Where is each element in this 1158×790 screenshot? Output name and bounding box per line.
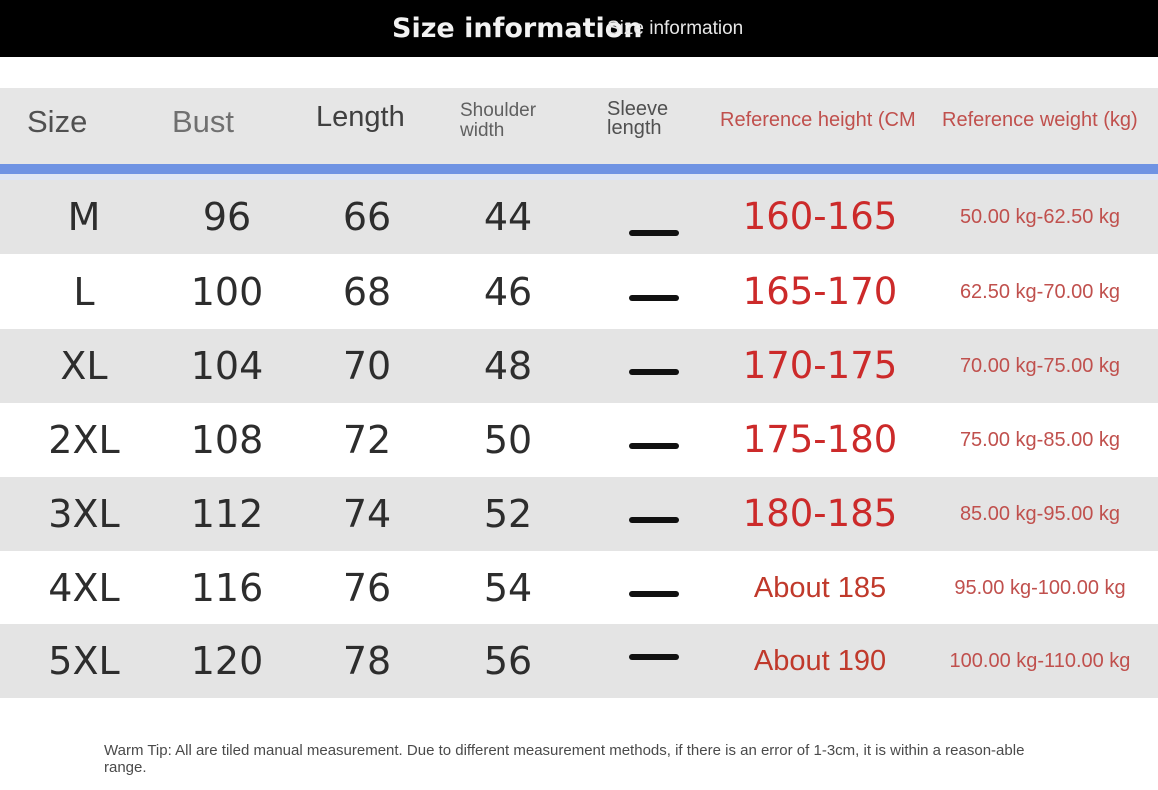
bust-cell: 120 xyxy=(190,639,264,683)
table-row: 2XL 108 72 50 — 175-180 75.00 kg-85.00 kg xyxy=(0,403,1158,477)
shoulder-cell: 44 xyxy=(483,195,533,239)
header-divider-stripe xyxy=(0,164,1158,174)
bust-cell: 108 xyxy=(190,418,264,462)
reference-height-cell: 170-175 xyxy=(742,344,898,387)
size-cell: 3XL xyxy=(48,492,120,536)
reference-weight-cell: 75.00 kg-85.00 kg xyxy=(959,429,1121,451)
length-cell: 68 xyxy=(342,270,392,314)
sleeve-cell: — xyxy=(604,329,704,403)
size-cell: 4XL xyxy=(48,566,120,610)
reference-height-cell: 160-165 xyxy=(742,195,898,238)
header-reference-height: Reference height (CM xyxy=(720,109,916,131)
bust-cell: 96 xyxy=(202,195,252,239)
sleeve-dash: — xyxy=(629,295,679,301)
reference-height-cell: 180-185 xyxy=(742,492,898,535)
length-cell: 74 xyxy=(342,492,392,536)
shoulder-cell: 48 xyxy=(483,344,533,388)
sleeve-dash: — xyxy=(629,230,679,236)
sleeve-cell: — xyxy=(604,403,704,477)
sleeve-dash: — xyxy=(629,654,679,660)
reference-weight-cell: 95.00 kg-100.00 kg xyxy=(954,577,1126,599)
shoulder-cell: 50 xyxy=(483,418,533,462)
reference-height-cell: 175-180 xyxy=(742,418,898,461)
reference-weight-cell: 85.00 kg-95.00 kg xyxy=(959,503,1121,525)
bust-cell: 104 xyxy=(190,344,264,388)
sleeve-dash: — xyxy=(629,443,679,449)
bust-cell: 100 xyxy=(190,270,264,314)
reference-height-cell: About 190 xyxy=(753,645,887,677)
sleeve-cell: — xyxy=(604,255,704,329)
sleeve-dash: — xyxy=(629,517,679,523)
sleeve-cell: — xyxy=(604,624,704,698)
header-size: Size xyxy=(27,104,88,139)
shoulder-cell: 54 xyxy=(483,566,533,610)
table-row: 4XL 116 76 54 — About 185 95.00 kg-100.00 kg xyxy=(0,551,1158,625)
bust-cell: 112 xyxy=(190,492,264,536)
sleeve-cell: — xyxy=(604,551,704,625)
warm-tip-note: Warm Tip: All are tiled manual measureme… xyxy=(104,742,1025,776)
header-sleeve-length: Sleeve length xyxy=(607,98,669,139)
table-row: 5XL 120 78 56 — About 190 100.00 kg-110.00 kg xyxy=(0,624,1158,698)
size-cell: XL xyxy=(60,344,108,388)
size-cell: M xyxy=(67,195,101,239)
reference-weight-cell: 62.50 kg-70.00 kg xyxy=(959,281,1121,303)
reference-height-cell: 165-170 xyxy=(742,270,898,313)
header-reference-weight: Reference weight (kg) xyxy=(942,109,1138,131)
shoulder-cell: 56 xyxy=(483,639,533,683)
length-cell: 76 xyxy=(342,566,392,610)
shoulder-cell: 52 xyxy=(483,492,533,536)
length-cell: 72 xyxy=(342,418,392,462)
table-row: L 100 68 46 — 165-170 62.50 kg-70.00 kg xyxy=(0,255,1158,329)
table-row: M 96 66 44 — 160-165 50.00 kg-62.50 kg xyxy=(0,180,1158,254)
header-length: Length xyxy=(316,101,405,133)
reference-weight-cell: 100.00 kg-110.00 kg xyxy=(949,650,1131,672)
sleeve-cell: — xyxy=(604,477,704,551)
length-cell: 78 xyxy=(342,639,392,683)
size-cell: L xyxy=(73,270,95,314)
reference-height-cell: About 185 xyxy=(753,572,887,604)
banner-title: Size information xyxy=(392,13,643,44)
sleeve-dash: — xyxy=(629,591,679,597)
header-shoulder-width: Shoulder width xyxy=(460,100,537,141)
size-cell: 2XL xyxy=(48,418,120,462)
sleeve-dash: — xyxy=(629,369,679,375)
reference-weight-cell: 70.00 kg-75.00 kg xyxy=(959,355,1121,377)
table-row: XL 104 70 48 — 170-175 70.00 kg-75.00 kg xyxy=(0,329,1158,403)
size-cell: 5XL xyxy=(48,639,120,683)
length-cell: 66 xyxy=(342,195,392,239)
header-bust: Bust xyxy=(172,104,235,139)
shoulder-cell: 46 xyxy=(483,270,533,314)
table-row: 3XL 112 74 52 — 180-185 85.00 kg-95.00 kg xyxy=(0,477,1158,551)
sleeve-cell: — xyxy=(604,180,704,254)
banner-title-overlay: Size information xyxy=(607,18,744,39)
bust-cell: 116 xyxy=(190,566,264,610)
length-cell: 70 xyxy=(342,344,392,388)
reference-weight-cell: 50.00 kg-62.50 kg xyxy=(959,206,1121,228)
